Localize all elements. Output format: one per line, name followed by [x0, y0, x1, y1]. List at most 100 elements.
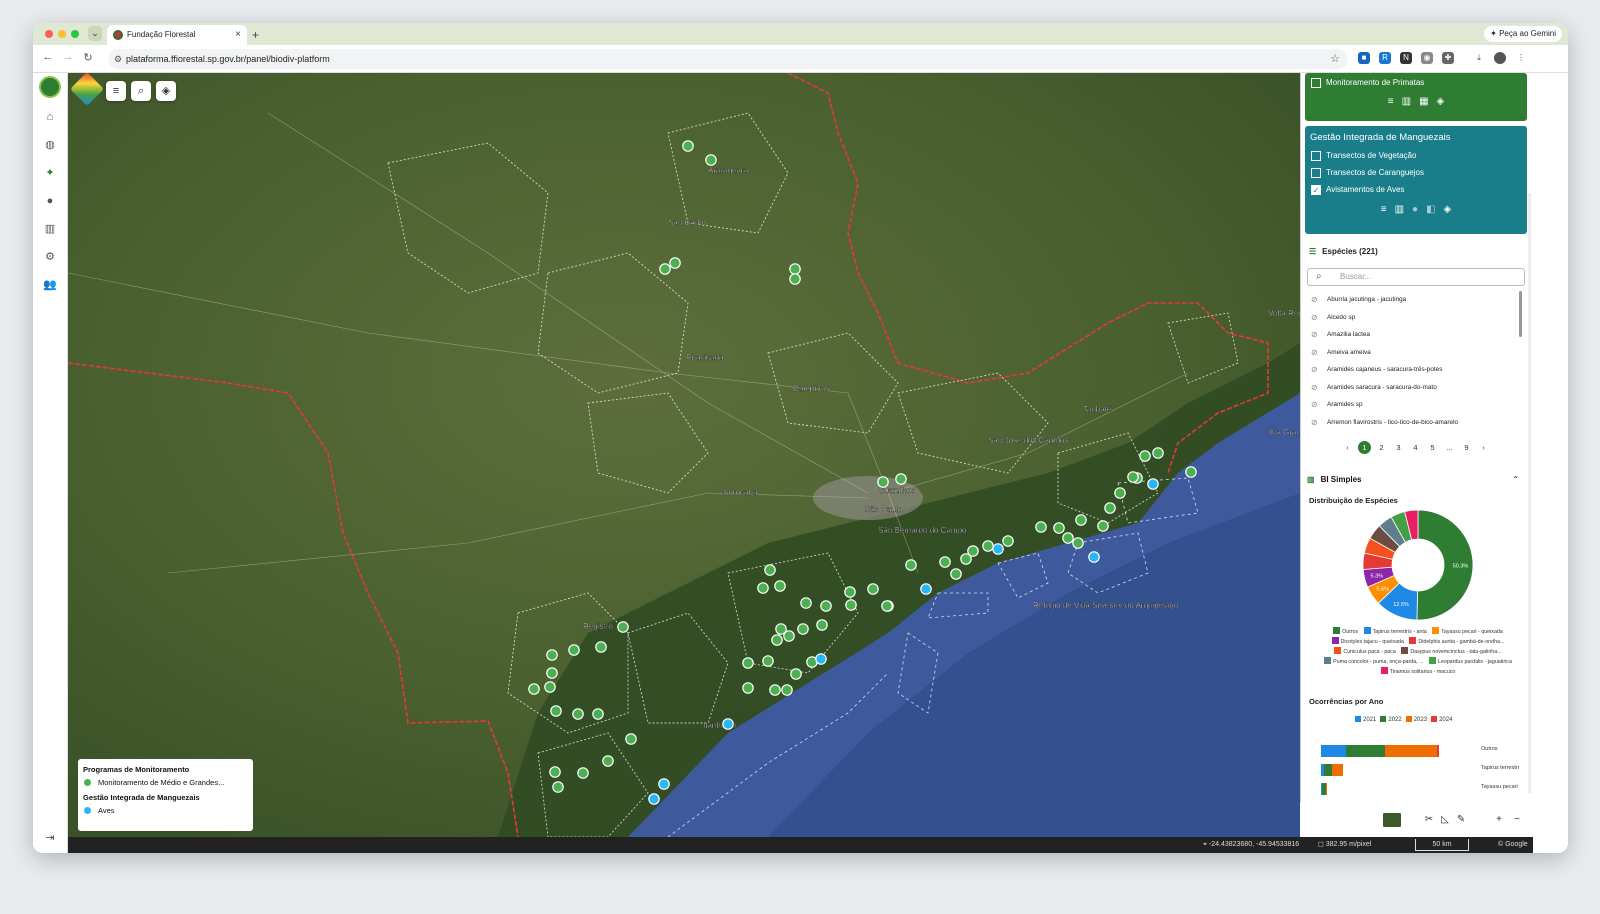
bar-chart-icon[interactable]: ▥	[1395, 204, 1404, 215]
mgm-occurrence-marker[interactable]	[844, 586, 856, 598]
mgm-occurrence-marker[interactable]	[1035, 521, 1047, 533]
mgm-occurrence-marker[interactable]	[781, 684, 793, 696]
year-legend-label[interactable]: 2023	[1414, 717, 1427, 723]
car-icon[interactable]: ◧	[1426, 204, 1435, 215]
mgm-occurrence-marker[interactable]	[816, 619, 828, 631]
mgm-occurrence-marker[interactable]	[905, 559, 917, 571]
basemap-thumbnail[interactable]	[1381, 811, 1403, 829]
page-button[interactable]: ...	[1443, 441, 1456, 454]
map-canvas[interactable]: São CarlosCampinasPiracicabaSorocaba Guar…	[68, 73, 1300, 837]
aves-occurrence-marker[interactable]	[992, 543, 1004, 555]
layers-icon[interactable]: ◈	[1437, 96, 1445, 107]
extension-icon[interactable]: R	[1379, 52, 1391, 64]
biodiversity-icon[interactable]: ✦	[41, 164, 59, 182]
year-legend-label[interactable]: 2024	[1439, 717, 1452, 723]
gim-checkbox-aves[interactable]: ✓	[1311, 184, 1321, 195]
users-icon[interactable]: 👥	[41, 276, 59, 294]
url-field[interactable]: ⚙ plataforma.ffiorestal.sp.gov.br/panel/…	[108, 49, 1348, 69]
mgm-occurrence-marker[interactable]	[845, 599, 857, 611]
extension-icon[interactable]: ■	[1358, 52, 1370, 64]
mgm-occurrence-marker[interactable]	[595, 641, 607, 653]
mgm-occurrence-marker[interactable]	[552, 781, 564, 793]
mgm-occurrence-marker[interactable]	[769, 684, 781, 696]
mgm-occurrence-marker[interactable]	[967, 545, 979, 557]
collapse-chevron-icon[interactable]: ⌃	[1512, 475, 1519, 484]
mgm-occurrence-marker[interactable]	[797, 623, 809, 635]
puzzle-icon[interactable]: ✚	[1442, 52, 1454, 64]
mgm-occurrence-marker[interactable]	[544, 681, 556, 693]
visibility-off-icon[interactable]: ⊘	[1311, 361, 1318, 379]
mgm-occurrence-marker[interactable]	[617, 621, 629, 633]
mgm-occurrence-marker[interactable]	[528, 683, 540, 695]
mgm-occurrence-marker[interactable]	[789, 273, 801, 285]
browser-tab[interactable]: Fundação Florestal ×	[107, 25, 247, 45]
species-list-item[interactable]: ⊘ Aramides cajaneus - saracura-três-potes	[1307, 361, 1521, 379]
wand-icon[interactable]: ✎	[1457, 814, 1465, 825]
mgm-occurrence-marker[interactable]	[705, 154, 717, 166]
year-legend-label[interactable]: 2022	[1388, 717, 1401, 723]
pie-legend-item[interactable]: Outros	[1329, 627, 1358, 635]
bar-chart-icon[interactable]: ▥	[1402, 96, 1411, 107]
year-legend-label[interactable]: 2021	[1363, 717, 1376, 723]
aves-occurrence-marker[interactable]	[1088, 551, 1100, 563]
pie-legend-item[interactable]: Didelphis aurita - gambá-de-orelha...	[1405, 637, 1504, 645]
mgm-occurrence-marker[interactable]	[1152, 447, 1164, 459]
mgm-occurrence-marker[interactable]	[764, 564, 776, 576]
mgm-occurrence-marker[interactable]	[867, 583, 879, 595]
gim-checkbox-vegetacao[interactable]	[1311, 150, 1321, 161]
mgm-occurrence-marker[interactable]	[592, 708, 604, 720]
mgm-occurrence-marker[interactable]	[757, 582, 769, 594]
mgm-occurrence-marker[interactable]	[762, 655, 774, 667]
mgm-occurrence-marker[interactable]	[790, 668, 802, 680]
gim-item[interactable]: Transectos de Vegetação	[1305, 147, 1527, 164]
species-list-item[interactable]: ⊘ Arremon flavirostris - tico-tico-de-bic…	[1307, 414, 1521, 432]
bar-segment[interactable]	[1326, 783, 1328, 795]
mgm-occurrence-marker[interactable]	[1127, 471, 1139, 483]
page-button[interactable]: 4	[1409, 441, 1422, 454]
mgm-occurrence-marker[interactable]	[877, 476, 889, 488]
mgm-occurrence-marker[interactable]	[550, 705, 562, 717]
prev-page-button[interactable]: ‹	[1341, 441, 1354, 454]
species-list-item[interactable]: ⊘ Ameiva ameiva	[1307, 344, 1521, 362]
gim-item[interactable]: Transectos de Caranguejos	[1305, 164, 1527, 181]
pie-legend-item[interactable]: Tayassu pecari - queixada	[1428, 627, 1503, 635]
tab-search-button[interactable]: ⌄	[88, 26, 102, 41]
pie-legend-item[interactable]: Cuniculus paca - paca	[1330, 647, 1396, 655]
mgm-occurrence-marker[interactable]	[939, 556, 951, 568]
home-icon[interactable]: ⌂	[41, 108, 59, 126]
mgm-occurrence-marker[interactable]	[1072, 537, 1084, 549]
pie-legend-item[interactable]: Leopardus pardalis - jaguatirica	[1425, 657, 1512, 665]
reload-icon[interactable]: ↻	[81, 51, 95, 64]
mgm-occurrence-marker[interactable]	[1104, 502, 1116, 514]
menu-kebab-icon[interactable]: ⋮	[1515, 52, 1527, 64]
visibility-off-icon[interactable]: ⊘	[1311, 309, 1318, 327]
pin-icon[interactable]: ●	[1412, 204, 1418, 215]
mgm-occurrence-marker[interactable]	[577, 767, 589, 779]
mgm-occurrence-marker[interactable]	[783, 630, 795, 642]
mgm-occurrence-marker[interactable]	[682, 140, 694, 152]
bar-segment[interactable]	[1323, 764, 1332, 776]
bar-segment[interactable]	[1321, 745, 1347, 757]
bar-segment[interactable]	[1346, 745, 1386, 757]
measure-icon[interactable]: ◺	[1441, 814, 1449, 825]
new-tab-button[interactable]: +	[252, 25, 259, 45]
logout-icon[interactable]: ⇥	[41, 829, 59, 847]
bar-segment[interactable]	[1385, 745, 1438, 757]
minimize-window-button[interactable]	[58, 30, 66, 38]
aves-occurrence-marker[interactable]	[815, 653, 827, 665]
mgm-occurrence-marker[interactable]	[881, 600, 893, 612]
mgm-occurrence-marker[interactable]	[774, 580, 786, 592]
site-settings-icon[interactable]: ⚙	[114, 49, 122, 69]
layers-icon[interactable]: ◈	[1444, 204, 1452, 215]
panel-scrollbar[interactable]	[1528, 193, 1531, 793]
visibility-off-icon[interactable]: ⊘	[1311, 379, 1318, 397]
mgm-occurrence-marker[interactable]	[982, 540, 994, 552]
pie-legend-item[interactable]: Puma concolor - puma, onça-parda, ...	[1320, 657, 1424, 665]
species-list-item[interactable]: ⊘ Alcedo sp	[1307, 309, 1521, 327]
bar-chart-icon[interactable]: ▥	[41, 220, 59, 238]
mgm-occurrence-marker[interactable]	[1114, 487, 1126, 499]
aves-occurrence-marker[interactable]	[920, 583, 932, 595]
mgm-occurrence-marker[interactable]	[950, 568, 962, 580]
bar-segment[interactable]	[1437, 745, 1439, 757]
mgm-occurrence-marker[interactable]	[546, 667, 558, 679]
